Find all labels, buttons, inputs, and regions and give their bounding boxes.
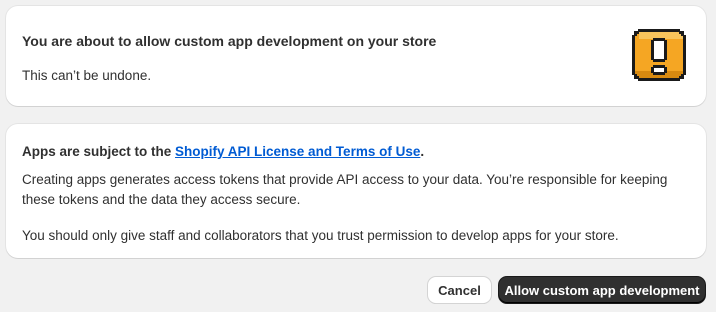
warning-exclamation-icon (632, 29, 686, 81)
terms-heading-prefix: Apps are subject to the (22, 144, 176, 159)
access-tokens-paragraph: Creating apps generates access tokens th… (22, 172, 668, 207)
terms-heading: Apps are subject to the Shopify API Lice… (22, 144, 424, 159)
cancel-button[interactable]: Cancel (428, 277, 491, 303)
api-license-terms-link[interactable]: Shopify API License and Terms of Use (175, 144, 420, 159)
staff-permission-paragraph: You should only give staff and collabora… (22, 228, 619, 243)
warning-card: You are about to allow custom app develo… (6, 6, 706, 106)
terms-heading-suffix: . (420, 144, 425, 159)
terms-card: Apps are subject to the Shopify API Lice… (6, 124, 706, 258)
warning-body: This can’t be undone. (22, 68, 152, 83)
warning-title: You are about to allow custom app develo… (22, 33, 437, 49)
allow-custom-app-development-button[interactable]: Allow custom app development (499, 277, 705, 303)
allow-custom-app-page: You are about to allow custom app develo… (0, 0, 716, 312)
